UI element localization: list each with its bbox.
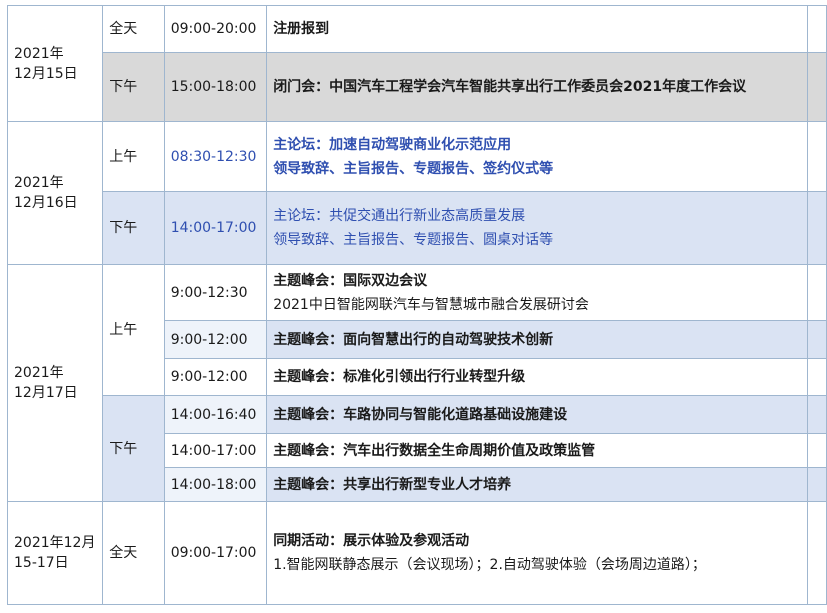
cut-off-cell: [806, 358, 827, 396]
time-cell: 9:00-12:00: [163, 320, 268, 359]
session-title: 主题峰会：汽车出行数据全生命周期价值及政策监管: [273, 442, 596, 459]
table-row: 下午 14:00-16:40 主题峰会：车路协同与智能化道路基础设施建设: [8, 395, 827, 502]
session-title: 主题峰会：标准化引领出行行业转型升级: [273, 369, 526, 385]
time-cell: 08:30-12:30: [163, 121, 268, 192]
period-cell: 上午: [102, 121, 165, 192]
session-subtitle: 领导致辞、主旨报告、专题报告、圆桌对话等: [273, 232, 554, 248]
session-cell: 主题峰会：标准化引领出行行业转型升级: [266, 358, 808, 396]
time-cell: 14:00-18:00: [163, 467, 268, 502]
table-row: 2021年 12月15日 全天 09:00-20:00 注册报到: [6, 5, 827, 122]
session-title: 主题峰会：共享出行新型专业人才培养: [273, 476, 512, 493]
session-cell: 主题峰会：车路协同与智能化道路基础设施建设: [266, 395, 808, 434]
cut-off-cell: [806, 467, 827, 502]
period-cell: 全天: [102, 501, 165, 605]
date-cell: 2021年 12月17日: [6, 264, 104, 502]
period-cell: 全天: [102, 5, 165, 53]
period-cell: 下午: [102, 52, 165, 122]
session-cell: 主题峰会：汽车出行数据全生命周期价值及政策监管: [266, 433, 808, 468]
time-cell: 14:00-17:00: [163, 191, 268, 265]
table-row: 下午 15:00-18:00 闭门会：中国汽车工程学会汽车智能共享出行工作委员会…: [8, 52, 827, 122]
session-cell: 主题峰会：国际双边会议 2021中日智能网联汽车与智慧城市融合发展研讨会: [266, 264, 808, 321]
period-cell: 上午: [102, 264, 165, 396]
date-cell: 2021年 12月16日: [6, 121, 104, 265]
session-cell: 闭门会：中国汽车工程学会汽车智能共享出行工作委员会2021年度工作会议: [266, 52, 808, 122]
session-title: 主论坛：共促交通出行新业态高质量发展: [273, 208, 526, 224]
session-cell: 同期活动：展示体验及参观活动 1.智能网联静态展示（会议现场）；2.自动驾驶体验…: [266, 501, 808, 605]
session-title: 主题峰会：国际双边会议: [273, 272, 428, 289]
time-cell: 9:00-12:30: [163, 264, 268, 321]
cut-off-cell: [806, 320, 827, 359]
cut-off-cell: [806, 5, 827, 53]
session-title: 主论坛：加速自动驾驶商业化示范应用: [273, 136, 512, 153]
cut-off-cell: [806, 433, 827, 468]
session-title: 同期活动：展示体验及参观活动: [273, 533, 470, 549]
session-title: 主题峰会：面向智慧出行的自动驾驶技术创新: [273, 331, 554, 348]
cut-off-cell: [806, 264, 827, 321]
cut-off-cell: [806, 501, 827, 605]
table-row: 2021年 12月16日 上午 08:30-12:30 主论坛：加速自动驾驶商业…: [6, 121, 827, 265]
session-title: 注册报到: [273, 21, 330, 37]
cut-off-cell: [806, 191, 827, 265]
session-subtitle: 领导致辞、主旨报告、专题报告、签约仪式等: [273, 160, 554, 177]
date-cell: 2021年 12月15日: [6, 5, 104, 122]
table-row: 下午 14:00-17:00 主论坛：共促交通出行新业态高质量发展 领导致辞、主…: [8, 191, 827, 265]
session-cell: 主题峰会：共享出行新型专业人才培养: [266, 467, 808, 502]
time-cell: 09:00-20:00: [163, 5, 268, 53]
session-title: 闭门会：中国汽车工程学会汽车智能共享出行工作委员会2021年度工作会议: [273, 79, 747, 95]
session-cell: 注册报到: [266, 5, 808, 53]
session-title: 主题峰会：车路协同与智能化道路基础设施建设: [273, 406, 568, 423]
cut-off-cell: [806, 52, 827, 122]
date-cell: 2021年12月 15-17日: [6, 501, 104, 605]
table-row: 2021年12月 15-17日 全天 09:00-17:00 同期活动：展示体验…: [6, 501, 827, 605]
session-subtitle: 2021中日智能网联汽车与智慧城市融合发展研讨会: [273, 296, 589, 313]
period-cell: 下午: [102, 191, 165, 265]
period-cell: 下午: [102, 395, 165, 502]
schedule-table: 2021年 12月15日 全天 09:00-20:00 注册报到 下午 15:0…: [6, 5, 827, 605]
session-subtitle: 1.智能网联静态展示（会议现场）；2.自动驾驶体验（会场周边道路）；: [273, 557, 706, 573]
time-cell: 09:00-17:00: [163, 501, 268, 605]
session-cell: 主论坛：共促交通出行新业态高质量发展 领导致辞、主旨报告、专题报告、圆桌对话等: [266, 191, 808, 265]
time-cell: 14:00-17:00: [163, 433, 268, 468]
cut-off-cell: [806, 121, 827, 192]
session-cell: 主题峰会：面向智慧出行的自动驾驶技术创新: [266, 320, 808, 359]
session-cell: 主论坛：加速自动驾驶商业化示范应用 领导致辞、主旨报告、专题报告、签约仪式等: [266, 121, 808, 192]
time-cell: 14:00-16:40: [163, 395, 268, 434]
time-cell: 9:00-12:00: [163, 358, 268, 396]
time-cell: 15:00-18:00: [163, 52, 268, 122]
table-row: 2021年 12月17日 上午 9:00-12:30 主题峰会：国际双边会议 2…: [6, 264, 827, 502]
cut-off-cell: [806, 395, 827, 434]
